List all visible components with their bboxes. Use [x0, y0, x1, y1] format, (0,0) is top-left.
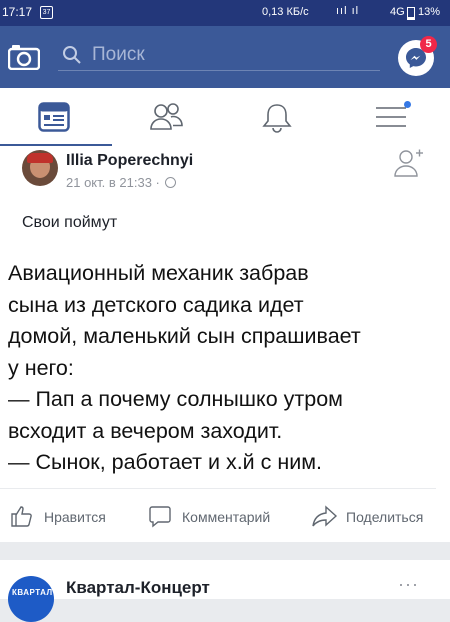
- search-box[interactable]: [58, 40, 380, 71]
- search-icon: [63, 46, 81, 64]
- post-image[interactable]: Авиационный механик забрав сына из детск…: [0, 242, 436, 489]
- tab-friends[interactable]: [112, 88, 224, 146]
- thumbs-up-icon: [11, 506, 32, 527]
- page-name[interactable]: Квартал-Концерт: [66, 578, 210, 598]
- status-bar: 17:17 37 0,13 КБ/с ııl ıl 4G 13%: [0, 0, 450, 26]
- tab-bar: [0, 88, 450, 147]
- add-friend-icon[interactable]: [394, 148, 424, 178]
- post-date: 21 окт. в 21:33 ·: [66, 175, 164, 190]
- page-avatar[interactable]: КВАРТАЛ: [8, 576, 54, 622]
- notification-icon: 37: [40, 6, 53, 19]
- friends-icon: [150, 103, 183, 130]
- page-avatar-text: КВАРТАЛ: [12, 588, 53, 597]
- camera-icon[interactable]: [7, 44, 41, 71]
- post-timestamp: 21 окт. в 21:33 ·: [66, 175, 177, 190]
- bell-icon: [262, 104, 292, 133]
- tab-notifications[interactable]: [224, 88, 336, 146]
- battery-icon: [407, 7, 415, 20]
- tab-menu[interactable]: [336, 88, 448, 146]
- menu-icon: [376, 107, 406, 127]
- network-speed: 0,13 КБ/с: [262, 6, 309, 18]
- comment-label: Комментарий: [182, 509, 271, 525]
- comment-button[interactable]: Комментарий: [148, 500, 308, 532]
- globe-icon: [165, 177, 177, 188]
- share-label: Поделиться: [346, 509, 424, 525]
- more-options-icon[interactable]: ···: [398, 574, 419, 595]
- search-input[interactable]: [92, 43, 372, 67]
- tab-news-feed[interactable]: [0, 88, 112, 147]
- like-label: Нравится: [44, 509, 106, 525]
- post-card: Illia Poperechnyi 21 окт. в 21:33 · Свои…: [0, 146, 450, 542]
- post-image-text: Авиационный механик забрав сына из детск…: [8, 261, 361, 474]
- news-feed-icon: [38, 102, 70, 132]
- network-type: 4G: [390, 6, 405, 18]
- top-bar: 5: [0, 26, 450, 88]
- menu-new-indicator: [404, 101, 411, 108]
- comment-icon: [149, 506, 171, 528]
- signal-icon: ııl ıl: [336, 5, 360, 17]
- post-text: Свои поймут: [22, 214, 118, 231]
- share-button[interactable]: Поделиться: [312, 500, 446, 532]
- author-avatar[interactable]: [22, 150, 58, 186]
- post-author[interactable]: Illia Poperechnyi: [66, 152, 193, 170]
- next-post-card: КВАРТАЛ Квартал-Концерт ···: [0, 560, 450, 622]
- post-actions: Нравится Комментарий Поделиться: [0, 500, 450, 536]
- like-button[interactable]: Нравится: [10, 500, 130, 532]
- share-icon: [312, 505, 338, 527]
- status-time: 17:17: [2, 5, 33, 19]
- messenger-badge: 5: [420, 36, 437, 53]
- battery-percent: 13%: [418, 6, 441, 18]
